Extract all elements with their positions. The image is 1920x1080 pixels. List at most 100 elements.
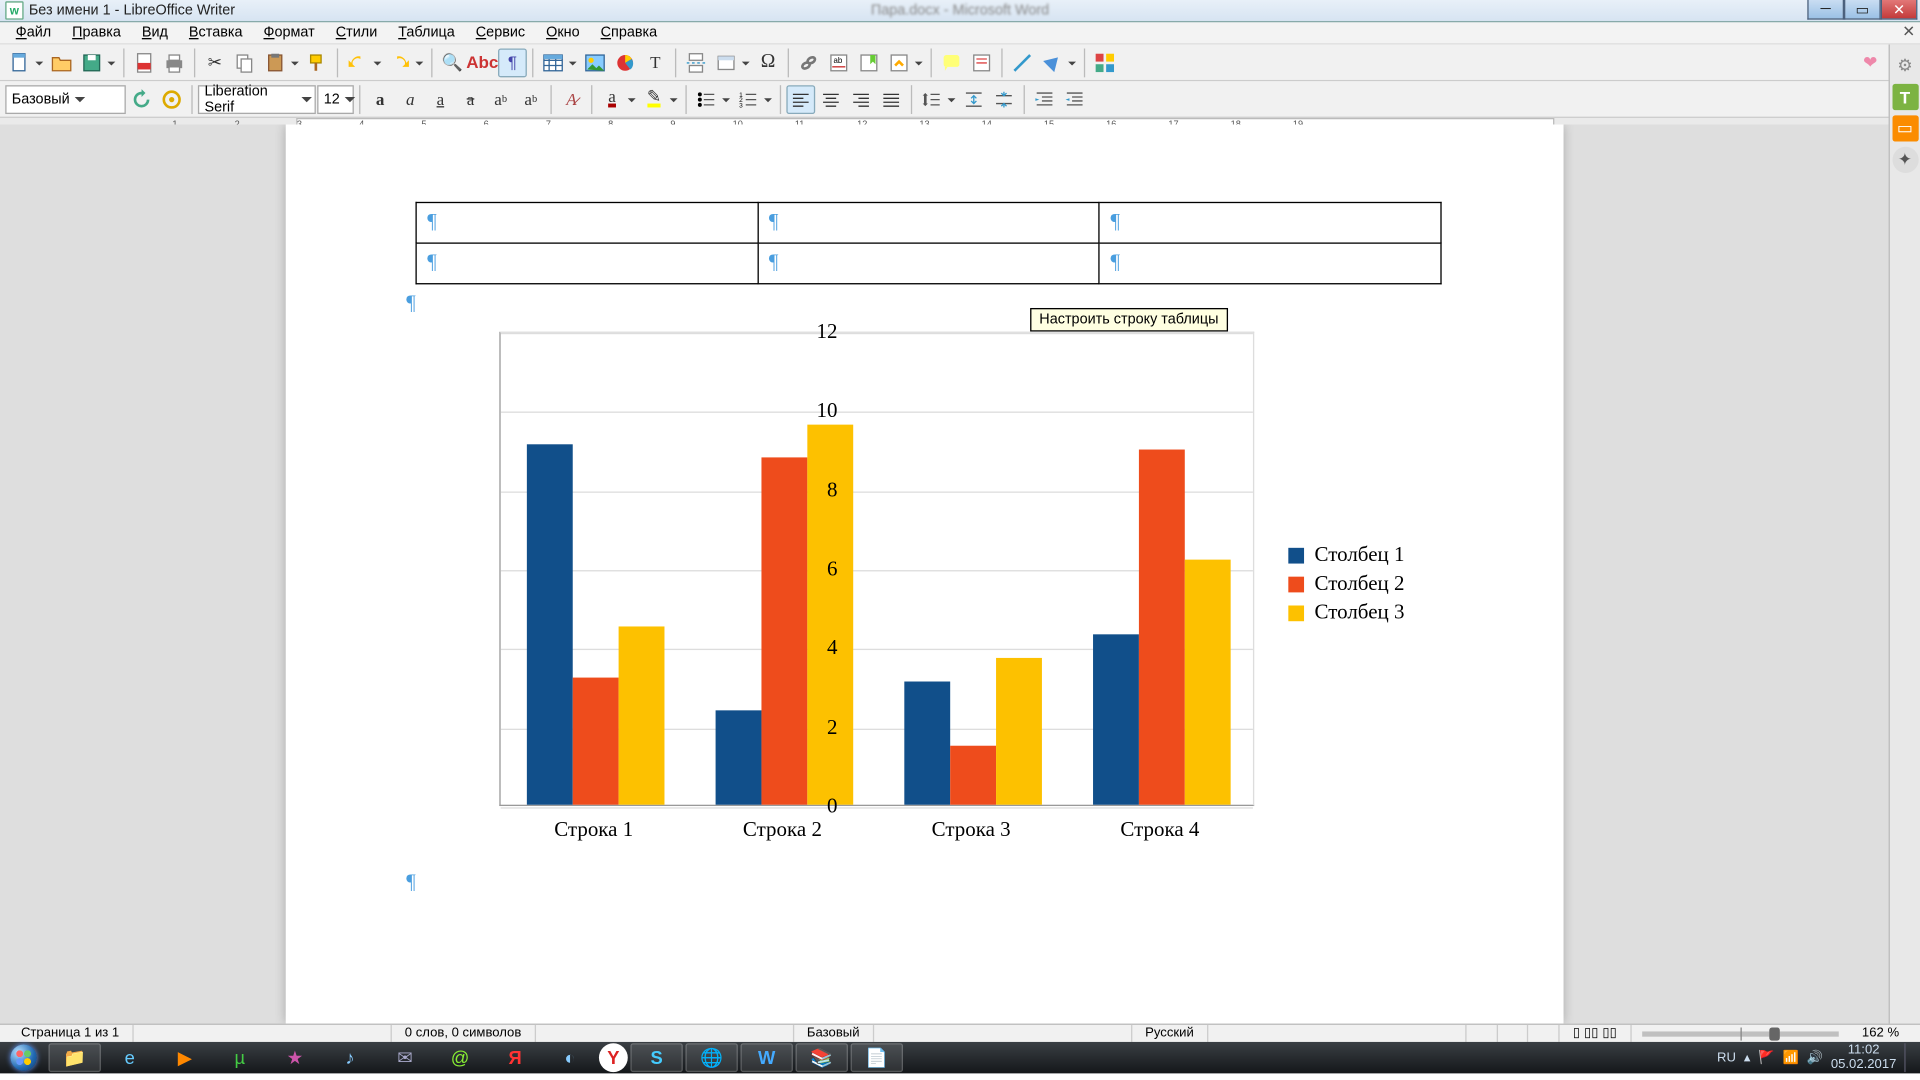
- taskbar-yandex2[interactable]: Y: [599, 1043, 628, 1072]
- close-button[interactable]: ✕: [1881, 0, 1918, 20]
- undo-button[interactable]: [343, 48, 372, 77]
- taskbar-utorrent[interactable]: µ: [214, 1043, 266, 1072]
- italic-button[interactable]: a: [396, 85, 425, 114]
- decrease-spacing-button[interactable]: [990, 85, 1019, 114]
- multi-page-icon[interactable]: ▯▯: [1584, 1026, 1598, 1040]
- menu-insert[interactable]: Вставка: [178, 24, 253, 42]
- start-button[interactable]: [0, 1042, 47, 1073]
- align-right-button[interactable]: [847, 85, 876, 114]
- document-area[interactable]: ¶¶¶ ¶¶¶ ¶ Настроить строку таблицы 02468…: [0, 125, 1890, 1024]
- status-signature[interactable]: [1529, 1025, 1560, 1042]
- align-justify-button[interactable]: [877, 85, 906, 114]
- clone-formatting-button[interactable]: [303, 48, 332, 77]
- redo-button[interactable]: [385, 48, 414, 77]
- tray-network-icon[interactable]: 📶: [1782, 1050, 1798, 1064]
- insert-field-button[interactable]: [712, 48, 741, 77]
- menu-view[interactable]: Вид: [131, 24, 178, 42]
- align-left-button[interactable]: [786, 85, 815, 114]
- menu-help[interactable]: Справка: [590, 24, 668, 42]
- insert-footnote-button[interactable]: ab: [824, 48, 853, 77]
- font-color-button[interactable]: a: [598, 85, 627, 114]
- insert-bookmark-button[interactable]: [855, 48, 884, 77]
- taskbar-app1[interactable]: ★: [269, 1043, 321, 1072]
- taskbar-word[interactable]: W: [740, 1043, 792, 1072]
- sidebar-properties-icon[interactable]: ⚙: [1892, 52, 1918, 78]
- insert-chart-button[interactable]: [611, 48, 640, 77]
- open-button[interactable]: [47, 48, 76, 77]
- increase-spacing-button[interactable]: [959, 85, 988, 114]
- book-view-icon[interactable]: ▯▯: [1602, 1026, 1616, 1040]
- menu-edit[interactable]: Правка: [62, 24, 132, 42]
- status-language[interactable]: Русский: [1132, 1025, 1208, 1042]
- insert-table-button[interactable]: [539, 48, 568, 77]
- insert-hyperlink-button[interactable]: [794, 48, 823, 77]
- font-size-combo[interactable]: 12: [317, 85, 354, 114]
- status-insert-mode[interactable]: [1466, 1025, 1497, 1042]
- decrease-indent-button[interactable]: [1060, 85, 1089, 114]
- menu-styles[interactable]: Стили: [325, 24, 388, 42]
- taskbar-media[interactable]: ▶: [159, 1043, 211, 1072]
- save-button[interactable]: [77, 48, 106, 77]
- tray-show-hidden-icon[interactable]: ▴: [1744, 1050, 1751, 1064]
- menu-table[interactable]: Таблица: [388, 24, 466, 42]
- tray-lang[interactable]: RU: [1717, 1050, 1736, 1064]
- new-style-button[interactable]: [157, 85, 186, 114]
- align-center-button[interactable]: [817, 85, 846, 114]
- taskbar-winrar[interactable]: 📚: [796, 1043, 848, 1072]
- insert-special-char-button[interactable]: Ω: [754, 48, 783, 77]
- status-style[interactable]: Базовый: [794, 1025, 874, 1042]
- export-pdf-button[interactable]: [130, 48, 159, 77]
- show-desktop-button[interactable]: [1904, 1043, 1912, 1072]
- copy-button[interactable]: [231, 48, 260, 77]
- clear-formatting-button[interactable]: A̷: [557, 85, 586, 114]
- highlight-color-button[interactable]: ✎: [640, 85, 669, 114]
- sidebar-gallery-icon[interactable]: ▭: [1892, 115, 1918, 141]
- status-view-layout[interactable]: ▯ ▯▯ ▯▯: [1560, 1025, 1631, 1042]
- taskbar-app2[interactable]: ♪: [324, 1043, 376, 1072]
- bold-button[interactable]: a: [366, 85, 395, 114]
- taskbar-explorer[interactable]: 📁: [48, 1043, 100, 1072]
- maximize-button[interactable]: ▭: [1844, 0, 1881, 20]
- find-replace-button[interactable]: 🔍: [438, 48, 467, 77]
- taskbar-skype[interactable]: S: [630, 1043, 682, 1072]
- cut-button[interactable]: ✂: [201, 48, 230, 77]
- document-close-button[interactable]: ✕: [1900, 24, 1917, 40]
- status-selection-mode[interactable]: [1497, 1025, 1528, 1042]
- insert-comment-button[interactable]: [937, 48, 966, 77]
- font-name-combo[interactable]: Liberation Serif: [198, 85, 316, 114]
- paste-button[interactable]: [261, 48, 290, 77]
- taskbar-ie[interactable]: e: [104, 1043, 156, 1072]
- document-table[interactable]: ¶¶¶ ¶¶¶: [415, 202, 1441, 285]
- insert-cross-reference-button[interactable]: [885, 48, 914, 77]
- insert-line-button[interactable]: [1008, 48, 1037, 77]
- feedback-icon[interactable]: ❤: [1856, 48, 1885, 77]
- spellcheck-button[interactable]: Abc: [468, 48, 497, 77]
- taskbar-app4[interactable]: @: [434, 1043, 486, 1072]
- track-changes-button[interactable]: [967, 48, 996, 77]
- formatting-marks-button[interactable]: ¶: [498, 48, 527, 77]
- single-page-icon[interactable]: ▯: [1573, 1026, 1580, 1040]
- zoom-slider[interactable]: [1642, 1031, 1839, 1036]
- bullet-list-button[interactable]: [692, 85, 721, 114]
- taskbar-writer[interactable]: 📄: [851, 1043, 903, 1072]
- basic-shapes-button[interactable]: [1038, 48, 1067, 77]
- insert-textbox-button[interactable]: T: [641, 48, 670, 77]
- tray-volume-icon[interactable]: 🔊: [1807, 1050, 1823, 1064]
- update-style-button[interactable]: [127, 85, 156, 114]
- superscript-button[interactable]: ab: [486, 85, 515, 114]
- zoom-percent[interactable]: 162 %: [1849, 1025, 1912, 1042]
- strikethrough-button[interactable]: a: [456, 85, 485, 114]
- tray-flag-icon[interactable]: 🚩: [1758, 1050, 1774, 1064]
- new-button[interactable]: [5, 48, 34, 77]
- print-button[interactable]: [160, 48, 189, 77]
- taskbar-chrome[interactable]: 🌐: [685, 1043, 737, 1072]
- chart-object[interactable]: 024681012 Строка 1Строка 2Строка 3Строка…: [436, 321, 1534, 871]
- status-word-count[interactable]: 0 слов, 0 символов: [392, 1025, 536, 1042]
- menu-file[interactable]: Файл: [5, 24, 61, 42]
- number-list-button[interactable]: 123: [734, 85, 763, 114]
- taskbar-app5[interactable]: ◐: [544, 1043, 596, 1072]
- show-draw-functions-button[interactable]: [1090, 48, 1119, 77]
- menu-window[interactable]: Окно: [536, 24, 590, 42]
- status-page[interactable]: Страница 1 из 1: [8, 1025, 134, 1042]
- underline-button[interactable]: a: [426, 85, 455, 114]
